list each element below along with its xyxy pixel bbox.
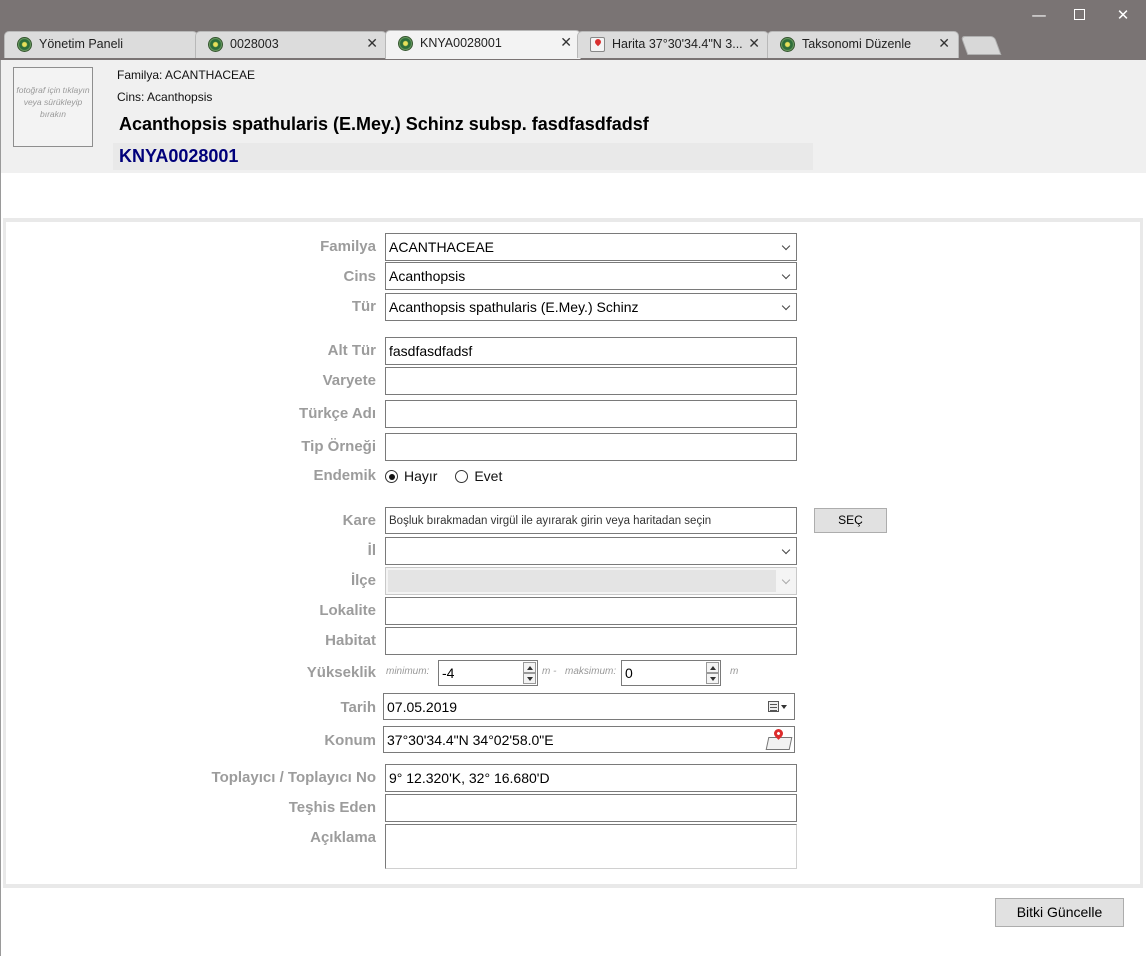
stepper-up-icon[interactable] bbox=[706, 662, 719, 673]
konum-label: Konum bbox=[324, 732, 376, 749]
globe-icon bbox=[208, 37, 223, 52]
endemik-evet-option[interactable]: Evet bbox=[455, 468, 502, 484]
familya-label: Familya bbox=[320, 238, 376, 255]
il-label: İl bbox=[367, 542, 376, 559]
radio-unchecked-icon bbox=[455, 470, 469, 483]
yukseklik-max-stepper[interactable]: 0 bbox=[621, 660, 721, 686]
yukseklik-max-label: maksimum: bbox=[565, 666, 617, 677]
il-select[interactable] bbox=[385, 537, 797, 565]
tarih-date-picker[interactable]: 07.05.2019 bbox=[383, 693, 795, 720]
stepper-down-icon[interactable] bbox=[523, 673, 536, 684]
minimize-button[interactable]: — bbox=[1024, 5, 1054, 25]
ilce-select bbox=[385, 567, 797, 595]
endemik-label: Endemik bbox=[313, 467, 376, 484]
tip-ornegi-input[interactable] bbox=[385, 433, 797, 461]
tur-select[interactable]: Acanthopsis spathularis (E.Mey.) Schinz bbox=[385, 293, 797, 321]
tab-label: Taksonomi Düzenle bbox=[802, 37, 912, 51]
habitat-label: Habitat bbox=[325, 632, 376, 649]
globe-icon bbox=[780, 37, 795, 52]
specimen-title: Acanthopsis spathularis (E.Mey.) Schinz … bbox=[119, 114, 649, 134]
toplayici-label: Toplayıcı / Toplayıcı No bbox=[211, 769, 376, 786]
maximize-button[interactable] bbox=[1064, 5, 1094, 25]
familya-select[interactable]: ACANTHACEAE bbox=[385, 233, 797, 261]
header-genus: Cins: Acanthopsis bbox=[117, 90, 213, 104]
lokalite-label: Lokalite bbox=[319, 602, 376, 619]
tab-close-icon[interactable]: ✕ bbox=[938, 32, 950, 57]
tab-label: KNYA0028001 bbox=[420, 36, 502, 50]
kare-input[interactable]: Boşluk bırakmadan virgül ile ayırarak gi… bbox=[385, 507, 797, 534]
stepper-arrows[interactable] bbox=[523, 662, 536, 684]
teshis-eden-label: Teşhis Eden bbox=[288, 799, 376, 816]
alt-tur-input[interactable]: fasdfasdfadsf bbox=[385, 337, 797, 365]
lokalite-input[interactable] bbox=[385, 597, 797, 625]
tab-close-icon[interactable]: ✕ bbox=[366, 32, 378, 57]
tab-label: 0028003 bbox=[230, 37, 279, 51]
radio-checked-icon bbox=[385, 470, 398, 483]
photo-drop-zone[interactable]: fotoğraf için tıklayın veya sürükleyip b… bbox=[13, 67, 93, 147]
stepper-down-icon[interactable] bbox=[706, 673, 719, 684]
varyete-label: Varyete bbox=[322, 372, 376, 389]
yukseklik-min-label: minimum: bbox=[386, 666, 430, 677]
maximize-icon bbox=[1073, 8, 1085, 20]
cins-select[interactable]: Acanthopsis bbox=[385, 262, 797, 290]
turkce-adi-input[interactable] bbox=[385, 400, 797, 428]
habitat-input[interactable] bbox=[385, 627, 797, 655]
tab-taksonomi-duzenle[interactable]: Taksonomi Düzenle ✕ bbox=[767, 31, 959, 58]
endemik-radio-group: Hayır Evet bbox=[385, 468, 516, 488]
turkce-adi-label: Türkçe Adı bbox=[299, 405, 376, 422]
globe-icon bbox=[398, 36, 413, 51]
aciklama-label: Açıklama bbox=[310, 829, 376, 846]
kare-select-button[interactable]: SEÇ bbox=[814, 508, 887, 533]
tur-label: Tür bbox=[351, 298, 376, 315]
specimen-code: KNYA0028001 bbox=[113, 143, 813, 170]
tab-close-icon[interactable]: ✕ bbox=[748, 32, 760, 57]
tab-knya0028001[interactable]: KNYA0028001 ✕ bbox=[385, 30, 581, 59]
ilce-label: İlçe bbox=[350, 572, 376, 589]
konum-input[interactable]: 37°30'34.4"N 34°02'58.0"E bbox=[383, 726, 795, 753]
endemik-hayir-option[interactable]: Hayır bbox=[385, 468, 437, 484]
tarih-label: Tarih bbox=[340, 699, 376, 716]
kare-label: Kare bbox=[342, 512, 376, 529]
tab-label: Yönetim Paneli bbox=[39, 37, 124, 51]
yukseklik-sep-label: m - bbox=[542, 666, 557, 677]
globe-icon bbox=[17, 37, 32, 52]
window-border bbox=[0, 60, 1, 956]
yukseklik-label: Yükseklik bbox=[306, 664, 376, 681]
update-plant-button[interactable]: Bitki Güncelle bbox=[995, 898, 1124, 927]
tab-harita[interactable]: Harita 37°30'34.4"N 3... ✕ bbox=[577, 31, 769, 58]
toplayici-input[interactable]: 9° 12.320'K, 32° 16.680'D bbox=[385, 764, 797, 792]
tab-0028003[interactable]: 0028003 ✕ bbox=[195, 31, 387, 58]
cins-label: Cins bbox=[343, 268, 376, 285]
tab-label: Harita 37°30'34.4"N 3... bbox=[612, 37, 743, 51]
yukseklik-unit-label: m bbox=[730, 666, 739, 677]
stepper-up-icon[interactable] bbox=[523, 662, 536, 673]
teshis-eden-input[interactable] bbox=[385, 794, 797, 822]
close-window-button[interactable]: ✕ bbox=[1108, 5, 1138, 25]
ilce-disabled-fill bbox=[388, 570, 776, 592]
tip-ornegi-label: Tip Örneği bbox=[301, 438, 376, 455]
map-pin-icon bbox=[590, 37, 605, 52]
header-family: Familya: ACANTHACEAE bbox=[117, 68, 256, 82]
new-tab-button[interactable] bbox=[960, 36, 1002, 55]
map-pin-icon[interactable] bbox=[765, 727, 793, 751]
alt-tur-label: Alt Tür bbox=[327, 342, 376, 359]
varyete-input[interactable] bbox=[385, 367, 797, 395]
yukseklik-min-stepper[interactable]: -4 bbox=[438, 660, 538, 686]
calendar-icon[interactable] bbox=[768, 700, 788, 714]
tab-close-icon[interactable]: ✕ bbox=[560, 31, 572, 56]
tab-yonetim-paneli[interactable]: Yönetim Paneli bbox=[4, 31, 198, 58]
aciklama-textarea[interactable] bbox=[385, 824, 797, 869]
stepper-arrows[interactable] bbox=[706, 662, 719, 684]
